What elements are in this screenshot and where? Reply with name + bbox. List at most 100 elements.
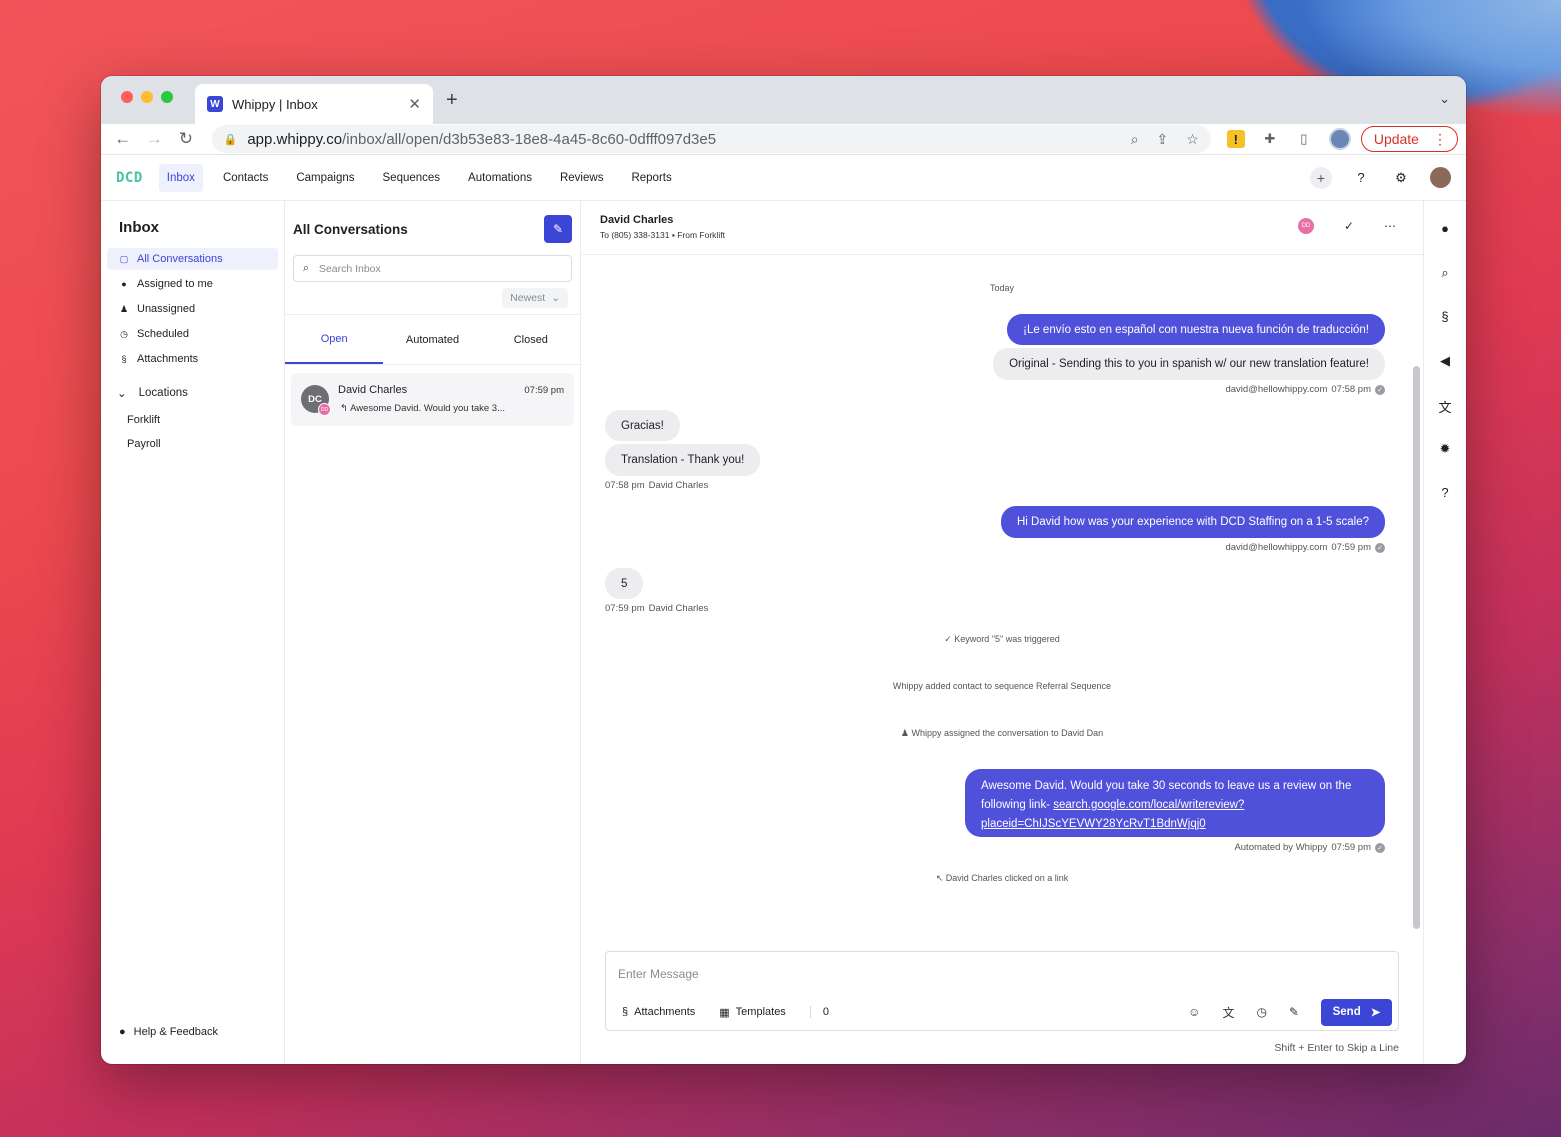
add-icon[interactable]: + [1310,166,1332,189]
incoming-message: 5 [605,568,644,599]
translate-icon[interactable]: 文 [1222,1004,1234,1021]
review-link[interactable]: placeid=ChIJScYEVWY28YcRvT1BdnWjqj0 [981,818,1206,830]
message-meta: 07:59 pm David Charles [605,603,708,614]
search-input[interactable]: ⌕ Search Inbox [293,255,572,282]
chevron-down-icon: ⌄ [117,388,127,400]
back-arrow-icon[interactable]: ← [109,129,137,149]
sidebar-title: Inbox [119,219,159,236]
settings-gear-icon[interactable]: ⚙ [1390,170,1412,186]
address-bar[interactable]: 🔒 app.whippy.co /inbox/all/open/d3b53e83… [211,125,1211,153]
extension-warning-icon[interactable]: ! [1226,130,1245,148]
tab-strip: W Whippy | Inbox ✕ + ⌄ [101,76,1466,124]
chat-scrollbar[interactable] [1413,366,1420,929]
conversation-list-panel: All Conversations ✎ ⌕ Search Inbox Newes… [285,201,581,1064]
user-avatar[interactable] [1430,167,1451,188]
nav-reports[interactable]: Reports [623,164,679,192]
assignee-avatar[interactable]: DD [1297,218,1314,234]
nav-inbox[interactable]: Inbox [158,163,203,192]
clock-icon: ◷ [120,328,128,339]
profile-avatar[interactable] [1328,128,1351,150]
message-input[interactable]: Enter Message [618,967,699,981]
nav-contacts[interactable]: Contacts [215,164,276,192]
sidebar-item-assigned-to-me[interactable]: ● Assigned to me [107,273,278,295]
sidebar-item-label: All Conversations [137,253,223,265]
event-text: Keyword "5" was triggered [954,634,1060,644]
bookmark-star-icon[interactable]: ☆ [1186,131,1199,148]
location-payroll[interactable]: Payroll [107,432,278,456]
update-label: Update [1373,131,1419,147]
lightbulb-icon[interactable]: ✹ [1440,441,1451,457]
browser-tab[interactable]: W Whippy | Inbox ✕ [195,84,433,124]
attachments-button[interactable]: § Attachments [622,1006,695,1018]
contact-name[interactable]: David Charles [600,214,673,226]
preview-text: Awesome David. Would you take 3... [350,403,505,414]
reload-icon[interactable]: ↻ [172,129,200,149]
dcd-logo[interactable]: DCD [116,170,143,186]
minimize-window-button[interactable] [141,91,153,103]
window-controls [121,91,173,103]
locations-toggle[interactable]: ⌄ Locations [107,378,278,408]
tab-search-chevron-icon[interactable]: ⌄ [1439,91,1450,107]
sidebar-item-scheduled[interactable]: ◷ Scheduled [107,323,278,345]
sidebar-item-all-conversations[interactable]: ▢ All Conversations [107,248,278,270]
chevron-down-icon: ⌄ [551,292,560,304]
help-feedback-link[interactable]: ● Help & Feedback [119,1026,218,1038]
close-window-button[interactable] [121,91,133,103]
contact-profile-icon[interactable]: ● [1441,221,1449,237]
help-circle-icon[interactable]: ? [1350,170,1372,185]
zoom-icon[interactable]: ⌕ [1131,131,1139,148]
message-meta: david@hellowhippy.com 07:58 pm ✓ [1225,384,1385,395]
sidebar-item-attachments[interactable]: § Attachments [107,348,278,370]
character-count: 0 [809,1006,829,1018]
review-link[interactable]: search.google.com/local/writereview? [1053,799,1244,811]
reply-arrow-icon: ↰ [340,403,348,414]
composer-hint: Shift + Enter to Skip a Line [1274,1042,1399,1054]
send-arrow-icon: ➤ [1370,1007,1381,1019]
help-circle-icon[interactable]: ? [1441,485,1448,501]
new-tab-icon[interactable]: + [446,89,458,112]
zoom-window-button[interactable] [161,91,173,103]
translate-icon[interactable]: 文 [1438,397,1451,415]
outgoing-message-original: Original - Sending this to you in spanis… [993,348,1385,380]
emoji-icon[interactable]: ☺ [1188,1005,1200,1019]
share-icon[interactable]: ⇪ [1157,131,1169,148]
send-button[interactable]: Send ➤ [1321,998,1392,1026]
template-icon: ▦ [719,1006,730,1019]
close-conversation-check-icon[interactable]: ✓ [1344,219,1354,233]
nav-reviews[interactable]: Reviews [552,164,611,192]
url-host: app.whippy.co [247,130,343,148]
assignee-badge: DD [318,403,331,416]
tab-open[interactable]: Open [285,315,384,364]
meta-time: 07:58 pm [605,480,645,491]
tab-automated[interactable]: Automated [383,315,481,364]
delivered-check-icon: ✓ [1375,542,1385,553]
extensions-puzzle-icon[interactable]: ✚ [1261,130,1279,148]
schedule-clock-icon[interactable]: ◷ [1256,1005,1266,1019]
signature-pen-icon[interactable]: ✎ [1289,1005,1299,1019]
tab-close-icon[interactable]: ✕ [408,95,421,113]
more-horizontal-icon[interactable]: ⋯ [1384,219,1396,233]
user-assign-icon: ♟ [900,728,909,738]
templates-button[interactable]: ▦ Templates [719,1006,786,1019]
sort-dropdown[interactable]: Newest ⌄ [502,288,568,308]
event-assigned: ♟ Whippy assigned the conversation to Da… [581,728,1423,739]
day-divider: Today [989,283,1015,293]
side-panel-icon[interactable]: ▯ [1295,130,1313,148]
conversation-item[interactable]: DC DD David Charles 07:59 pm ↰ Awesome D… [291,373,574,426]
sidebar-item-unassigned[interactable]: ♟ Unassigned [107,298,278,320]
nav-campaigns[interactable]: Campaigns [288,164,362,192]
sidebar-item-label: Attachments [137,353,199,365]
nav-automations[interactable]: Automations [460,164,540,192]
nav-sequences[interactable]: Sequences [375,164,449,192]
compose-pencil-button[interactable]: ✎ [544,215,572,243]
paperclip-icon[interactable]: § [1441,309,1448,325]
location-forklift[interactable]: Forklift [107,408,278,432]
tab-closed[interactable]: Closed [482,315,580,364]
search-icon[interactable]: ⌕ [1441,265,1448,281]
megaphone-icon[interactable]: ◀ [1440,353,1450,369]
event-sequence-added: Whippy added contact to sequence Referra… [892,681,1112,691]
update-button[interactable]: Update ⋮ [1360,126,1458,152]
incoming-message-translation: Translation - Thank you! [605,444,761,476]
locations-label: Locations [138,387,188,399]
forward-arrow-icon[interactable]: → [141,129,169,149]
